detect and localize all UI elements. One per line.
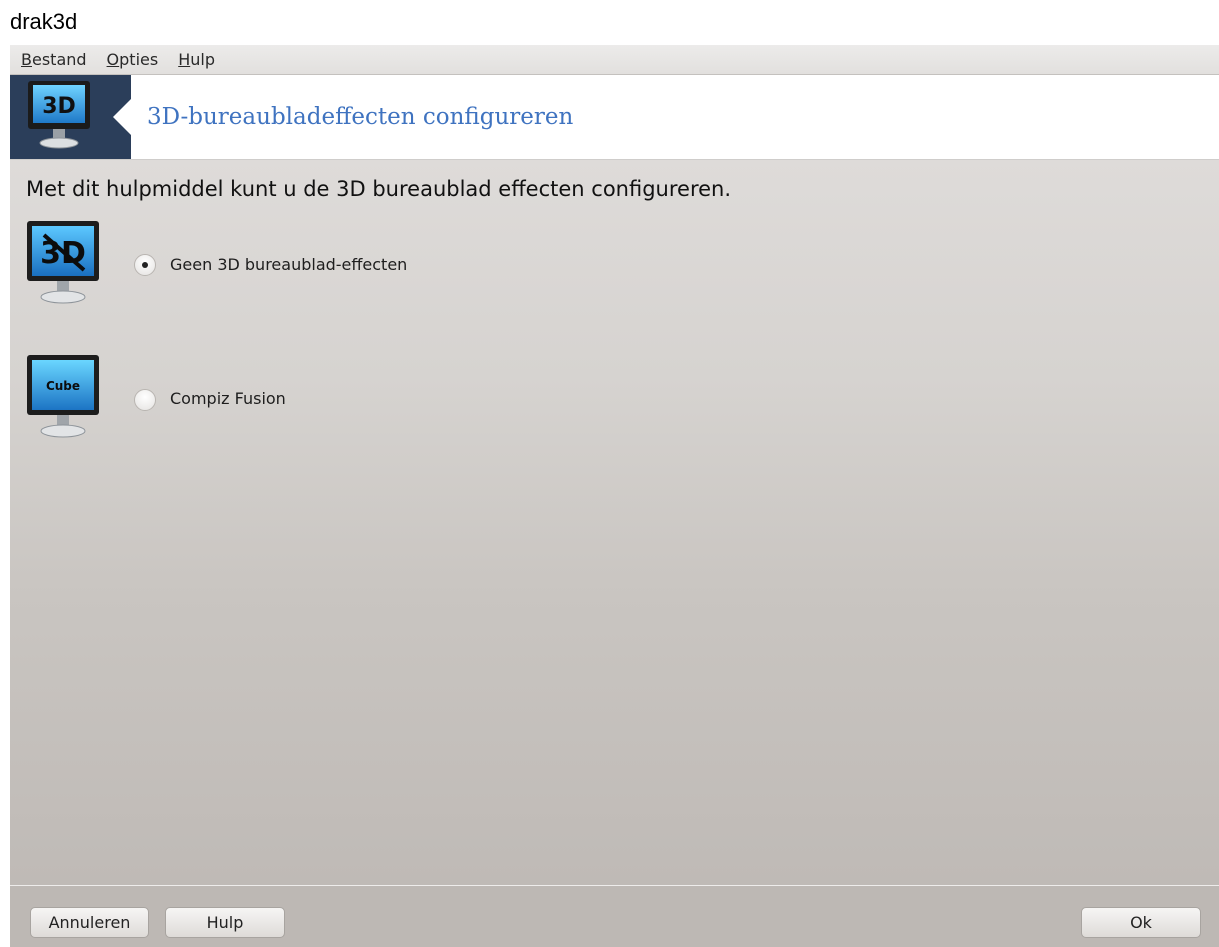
ok-button[interactable]: Ok	[1081, 907, 1201, 938]
cube-monitor-icon: Cube	[27, 355, 99, 438]
menu-hulp[interactable]: Hulp	[167, 45, 224, 74]
help-button[interactable]: Hulp	[165, 907, 285, 938]
menu-opties[interactable]: Opties	[96, 45, 168, 74]
banner-icon-text: 3D	[42, 94, 76, 119]
3d-monitor-icon: 3D	[28, 81, 90, 149]
option-row-compiz[interactable]: Cube Compiz Fusion	[24, 352, 624, 447]
button-bar: Annuleren Hulp Ok	[10, 885, 1219, 947]
cube-icon-text: Cube	[46, 379, 80, 393]
menu-bestand[interactable]: Bestand	[10, 45, 96, 74]
option-label-no-3d[interactable]: Geen 3D bureaublad-effecten	[170, 255, 407, 274]
option-row-no-3d[interactable]: 3D Geen 3D bureaublad-effecten	[24, 218, 624, 313]
app-window: Bestand Opties Hulp 3D 3D-bureaubladeffe…	[10, 45, 1219, 947]
page-title: drak3d	[10, 9, 78, 34]
radio-no-3d[interactable]	[134, 254, 156, 276]
option-label-compiz[interactable]: Compiz Fusion	[170, 389, 286, 408]
header-banner: 3D 3D-bureaubladeffecten configureren	[10, 75, 1219, 160]
intro-text: Met dit hulpmiddel kunt u de 3D bureaubl…	[26, 177, 732, 201]
radio-compiz[interactable]	[134, 389, 156, 411]
banner-notch	[113, 98, 132, 136]
cancel-button[interactable]: Annuleren	[30, 907, 149, 938]
banner-title: 3D-bureaubladeffecten configureren	[147, 104, 574, 130]
no-3d-monitor-icon: 3D	[27, 221, 99, 304]
main-content: Met dit hulpmiddel kunt u de 3D bureaubl…	[10, 160, 1219, 885]
menubar: Bestand Opties Hulp	[10, 45, 1219, 75]
